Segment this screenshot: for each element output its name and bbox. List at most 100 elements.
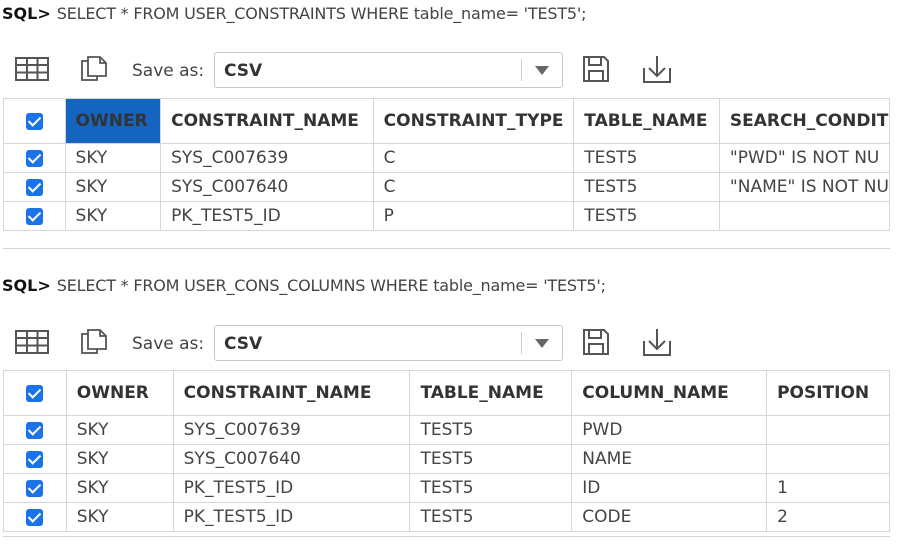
save-as-label: Save as: (132, 334, 205, 354)
cell-table-name[interactable]: TEST5 (573, 143, 720, 173)
cell-column-name[interactable]: CODE (571, 502, 768, 532)
checkbox-checked-icon[interactable] (26, 450, 44, 468)
cell-owner[interactable]: SKY (65, 415, 174, 445)
sql-query-text: SELECT * FROM USER_CONS_COLUMNS WHERE ta… (56, 276, 606, 295)
cell-table-name[interactable]: TEST5 (409, 502, 573, 532)
column-header-position[interactable]: POSITION (766, 370, 890, 416)
grid-view-icon[interactable] (14, 324, 50, 360)
select-all-checkbox[interactable] (3, 98, 66, 144)
export-format-value: CSV (224, 61, 263, 81)
column-header-table-name[interactable]: TABLE_NAME (409, 370, 573, 416)
cell-position[interactable] (766, 415, 890, 445)
cell-owner[interactable]: SKY (65, 473, 174, 503)
cell-table-name[interactable]: TEST5 (409, 444, 573, 474)
sql-query-text: SELECT * FROM USER_CONSTRAINTS WHERE tab… (56, 4, 587, 23)
cell-constraint-type[interactable]: C (372, 143, 575, 173)
checkbox-checked-icon[interactable] (25, 112, 43, 130)
cell-constraint-name[interactable]: SYS_C007639 (160, 143, 374, 173)
download-icon[interactable] (639, 51, 675, 87)
export-format-select[interactable]: CSV (214, 325, 563, 361)
cell-owner[interactable]: SKY (65, 444, 174, 474)
cell-table-name[interactable]: TEST5 (409, 415, 573, 445)
row-checkbox[interactable] (3, 201, 66, 231)
cell-search-condition[interactable]: "NAME" IS NOT NU (718, 172, 890, 202)
cell-owner[interactable]: SKY (64, 172, 162, 202)
table-row: SKY PK_TEST5_ID TEST5 ID 1 (3, 473, 890, 503)
cell-position[interactable]: 2 (766, 502, 890, 532)
result-grid-2: OWNER CONSTRAINT_NAME TABLE_NAME COLUMN_… (3, 370, 890, 537)
column-header-constraint-name[interactable]: CONSTRAINT_NAME (160, 98, 374, 144)
row-checkbox[interactable] (3, 502, 67, 532)
row-checkbox[interactable] (3, 444, 67, 474)
checkbox-checked-icon[interactable] (25, 207, 43, 225)
cell-constraint-type[interactable]: C (372, 172, 575, 202)
column-header-constraint-name[interactable]: CONSTRAINT_NAME (172, 370, 411, 416)
save-as-label: Save as: (132, 61, 205, 81)
cell-owner[interactable]: SKY (65, 502, 174, 532)
export-format-select[interactable]: CSV (214, 52, 563, 88)
cell-column-name[interactable]: PWD (571, 415, 768, 445)
grid-view-icon[interactable] (14, 51, 50, 87)
cell-position[interactable] (766, 444, 890, 474)
column-header-search-condition[interactable]: SEARCH_CONDIT (718, 98, 890, 144)
cell-constraint-name[interactable]: PK_TEST5_ID (172, 473, 411, 503)
select-all-checkbox[interactable] (3, 370, 67, 416)
result-table: OWNER CONSTRAINT_NAME CONSTRAINT_TYPE TA… (3, 98, 890, 231)
cell-search-condition[interactable] (718, 201, 890, 231)
table-row: SKY SYS_C007639 C TEST5 "PWD" IS NOT NU (3, 143, 890, 173)
cell-table-name[interactable]: TEST5 (573, 172, 720, 202)
table-row: SKY SYS_C007640 TEST5 NAME (3, 444, 890, 474)
checkbox-checked-icon[interactable] (26, 508, 44, 526)
cell-constraint-name[interactable]: PK_TEST5_ID (160, 201, 374, 231)
column-header-table-name[interactable]: TABLE_NAME (573, 98, 720, 144)
chevron-down-icon[interactable] (522, 326, 562, 360)
table-row: SKY PK_TEST5_ID TEST5 CODE 2 (3, 502, 890, 532)
table-row: SKY SYS_C007639 TEST5 PWD (3, 415, 890, 445)
cell-search-condition[interactable]: "PWD" IS NOT NU (718, 143, 890, 173)
column-header-owner[interactable]: OWNER (64, 98, 162, 144)
cell-table-name[interactable]: TEST5 (409, 473, 573, 503)
sql-prompt: SQL> (2, 4, 51, 23)
checkbox-checked-icon[interactable] (26, 421, 44, 439)
cell-column-name[interactable]: ID (571, 473, 768, 503)
checkbox-checked-icon[interactable] (25, 178, 43, 196)
cell-constraint-type[interactable]: P (372, 201, 575, 231)
column-header-column-name[interactable]: COLUMN_NAME (571, 370, 768, 416)
sql-command-line-2: SQL> SELECT * FROM USER_CONS_COLUMNS WHER… (2, 274, 606, 298)
chevron-down-icon[interactable] (522, 53, 562, 87)
checkbox-checked-icon[interactable] (25, 149, 43, 167)
result-table: OWNER CONSTRAINT_NAME TABLE_NAME COLUMN_… (3, 370, 890, 532)
cell-constraint-name[interactable]: SYS_C007640 (172, 444, 411, 474)
row-checkbox[interactable] (3, 415, 67, 445)
table-row: SKY SYS_C007640 C TEST5 "NAME" IS NOT NU (3, 172, 890, 202)
row-checkbox[interactable] (3, 172, 66, 202)
column-header-owner[interactable]: OWNER (65, 370, 174, 416)
result-toolbar-2: Save as: CSV (0, 324, 897, 366)
table-row: SKY PK_TEST5_ID P TEST5 (3, 201, 890, 231)
checkbox-checked-icon[interactable] (26, 479, 44, 497)
checkbox-checked-icon[interactable] (26, 384, 44, 402)
download-icon[interactable] (639, 324, 675, 360)
save-icon[interactable] (578, 324, 614, 360)
cell-table-name[interactable]: TEST5 (573, 201, 720, 231)
sql-prompt: SQL> (2, 276, 51, 295)
row-checkbox[interactable] (3, 143, 66, 173)
header-row: OWNER CONSTRAINT_NAME TABLE_NAME COLUMN_… (3, 370, 890, 416)
cell-constraint-name[interactable]: SYS_C007639 (172, 415, 411, 445)
save-icon[interactable] (578, 51, 614, 87)
cell-position[interactable]: 1 (766, 473, 890, 503)
row-checkbox[interactable] (3, 473, 67, 503)
header-row: OWNER CONSTRAINT_NAME CONSTRAINT_TYPE TA… (3, 98, 890, 144)
cell-constraint-name[interactable]: SYS_C007640 (160, 172, 374, 202)
cell-owner[interactable]: SKY (64, 143, 162, 173)
column-header-constraint-type[interactable]: CONSTRAINT_TYPE (372, 98, 575, 144)
cell-constraint-name[interactable]: PK_TEST5_ID (172, 502, 411, 532)
copy-icon[interactable] (76, 324, 112, 360)
copy-icon[interactable] (76, 51, 112, 87)
result-grid-1: OWNER CONSTRAINT_NAME CONSTRAINT_TYPE TA… (3, 98, 890, 249)
export-format-value: CSV (224, 334, 263, 354)
cell-column-name[interactable]: NAME (571, 444, 768, 474)
result-toolbar-1: Save as: CSV (0, 51, 897, 93)
cell-owner[interactable]: SKY (64, 201, 162, 231)
sql-command-line-1: SQL> SELECT * FROM USER_CONSTRAINTS WHERE… (2, 2, 586, 26)
